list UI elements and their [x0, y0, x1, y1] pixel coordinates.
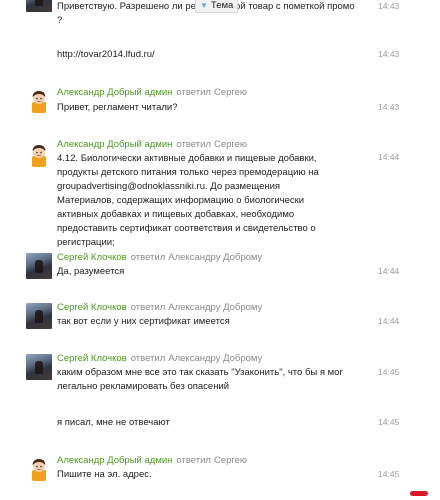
message-header: Александр Добрый админ ответил Сергею	[57, 139, 247, 150]
author-name[interactable]: Александр Добрый админ	[57, 455, 172, 466]
message-text: Привет, регламент читали?	[57, 102, 178, 113]
message-text: каким образом мне все это так сказать "У…	[57, 367, 343, 392]
topic-tooltip[interactable]: ▼ Тема	[195, 0, 239, 13]
admin-avatar-icon	[32, 145, 46, 167]
replied-label: ответил	[130, 353, 166, 364]
replied-label: ответил	[130, 252, 166, 263]
message-text: 4.12. Биологически активные добавки и пи…	[57, 153, 319, 248]
triangle-down-icon: ▼	[200, 1, 208, 10]
avatar[interactable]	[26, 456, 52, 482]
message-time: 14:45	[378, 469, 400, 479]
message-time: 14:44	[378, 152, 400, 162]
topic-label: Тема	[210, 0, 234, 11]
reply-target[interactable]: Сергею	[214, 87, 247, 98]
message-time: 14:43	[378, 1, 400, 11]
message-text: так вот если у них сертификат имеется	[57, 316, 230, 327]
admin-avatar-icon	[32, 459, 46, 481]
avatar[interactable]	[26, 88, 52, 114]
status-mark	[410, 491, 428, 496]
avatar[interactable]	[26, 142, 52, 168]
avatar[interactable]	[26, 303, 52, 329]
message-text: Да, разумеется	[57, 266, 125, 277]
message-text: Пишите на эл. адрес.	[57, 469, 152, 480]
message-header: Александр Добрый админ ответил Сергею	[57, 87, 247, 98]
message-header: Сергей Клочков ответил Александру Доброму	[57, 252, 262, 263]
message-text: http://tovar2014.lfud.ru/	[57, 49, 155, 60]
author-name[interactable]: Александр Добрый админ	[57, 87, 172, 98]
reply-target[interactable]: Сергею	[214, 139, 247, 150]
avatar[interactable]	[26, 0, 52, 12]
message-time: 14:44	[378, 316, 400, 326]
message-header: Александр Добрый админ ответил Сергею	[57, 455, 247, 466]
author-name[interactable]: Сергей Клочков	[57, 353, 127, 364]
reply-target[interactable]: Александру Доброму	[168, 302, 262, 313]
reply-target[interactable]: Александру Доброму	[168, 252, 262, 263]
author-name[interactable]: Сергей Клочков	[57, 302, 127, 313]
replied-label: ответил	[176, 455, 211, 466]
message-text: я писал, мне не отвечают	[57, 417, 170, 428]
author-name[interactable]: Сергей Клочков	[57, 252, 127, 263]
message-header: Сергей Клочков ответил Александру Доброму	[57, 302, 262, 313]
replied-label: ответил	[176, 139, 211, 150]
reply-target[interactable]: Александру Доброму	[168, 353, 262, 364]
admin-avatar-icon	[32, 91, 46, 113]
avatar[interactable]	[26, 253, 52, 279]
message-header: Сергей Клочков ответил Александру Доброму	[57, 353, 262, 364]
replied-label: ответил	[130, 302, 166, 313]
message-time: 14:45	[378, 367, 400, 377]
message-time: 14:43	[378, 49, 400, 59]
reply-target[interactable]: Сергею	[214, 455, 247, 466]
message-time: 14:43	[378, 102, 400, 112]
replied-label: ответил	[176, 87, 211, 98]
avatar[interactable]	[26, 354, 52, 380]
author-name[interactable]: Александр Добрый админ	[57, 139, 172, 150]
message-time: 14:44	[378, 266, 400, 276]
message-time: 14:45	[378, 417, 400, 427]
